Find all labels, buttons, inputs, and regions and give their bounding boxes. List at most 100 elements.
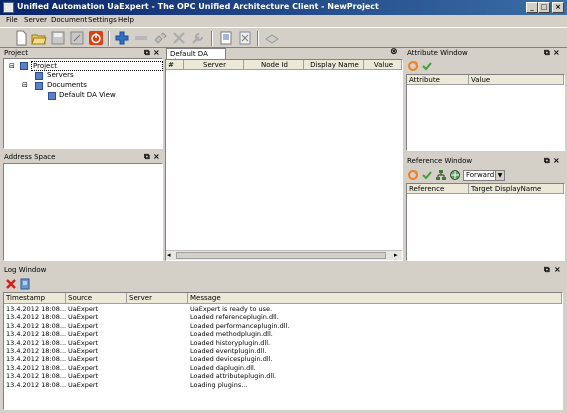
- column-header-reference[interactable]: Reference: [407, 184, 469, 194]
- remove-document-icon: [239, 31, 251, 45]
- open-folder-icon: [31, 34, 47, 45]
- column-header-server[interactable]: Server: [184, 60, 244, 70]
- project-panel: Project ⧉ × ⊟ Project Servers ⊟ Document…: [2, 48, 163, 149]
- column-header-server[interactable]: Server: [127, 293, 188, 304]
- browse-button[interactable]: [449, 169, 461, 181]
- log-row[interactable]: 13.4.2012 18:08... UaExpert Loaded devices…: [4, 355, 562, 363]
- minus-icon: [135, 36, 147, 40]
- tree-item-servers[interactable]: Servers: [47, 71, 74, 79]
- log-cell-timestamp: 13.4.2012 18:08...: [6, 338, 67, 347]
- clear-log-button[interactable]: [5, 278, 17, 290]
- log-cell-message: Loaded performanceplugin.dll.: [190, 321, 290, 330]
- collapse-icon[interactable]: ⊟: [22, 81, 28, 89]
- log-cell-message: Loaded devicesplugin.dll.: [190, 355, 273, 364]
- column-header-target-displayname[interactable]: Target DisplayName: [469, 184, 564, 194]
- log-cell-source: UaExpert: [68, 372, 99, 381]
- log-row[interactable]: 13.4.2012 18:08... UaExpert Loaded daplugi…: [4, 364, 562, 372]
- certificate-button[interactable]: [264, 30, 280, 46]
- maximize-button[interactable]: □: [538, 2, 550, 13]
- menu-settings[interactable]: Settings: [88, 16, 117, 24]
- column-header-attribute[interactable]: Attribute: [407, 75, 469, 85]
- log-cell-timestamp: 13.4.2012 18:08...: [6, 347, 67, 355]
- remove-server-button[interactable]: [133, 30, 149, 46]
- close-tab-icon[interactable]: ⊗: [390, 47, 398, 57]
- column-header-source[interactable]: Source: [66, 293, 127, 304]
- close-panel-icon[interactable]: ×: [153, 48, 160, 57]
- float-icon[interactable]: ⧉: [144, 48, 150, 58]
- apply-button[interactable]: [421, 60, 433, 72]
- float-icon[interactable]: ⧉: [544, 265, 550, 275]
- disconnect-icon: [173, 32, 185, 44]
- log-cell-source: UaExpert: [68, 313, 99, 322]
- log-row[interactable]: 13.4.2012 18:08... UaExpert Loaded eventpl…: [4, 347, 562, 355]
- open-project-button[interactable]: [31, 30, 47, 46]
- refresh-button[interactable]: [407, 169, 419, 181]
- log-row[interactable]: 13.4.2012 18:08... UaExpert Loaded referen…: [4, 313, 562, 321]
- disconnect-button[interactable]: [171, 30, 187, 46]
- save-as-button[interactable]: [69, 30, 85, 46]
- column-header-index[interactable]: #: [166, 60, 184, 70]
- direction-select[interactable]: Forward ▼: [463, 170, 505, 181]
- servers-icon: [35, 72, 43, 80]
- column-header-value[interactable]: Value: [469, 75, 564, 85]
- menu-file[interactable]: File: [6, 16, 18, 24]
- close-panel-icon[interactable]: ×: [553, 156, 560, 165]
- log-cell-source: UaExpert: [68, 380, 99, 389]
- save-button[interactable]: [50, 30, 66, 46]
- menu-document[interactable]: Document: [51, 16, 87, 24]
- column-header-timestamp[interactable]: Timestamp: [4, 293, 66, 304]
- delete-icon: [6, 279, 16, 289]
- close-panel-icon[interactable]: ×: [553, 48, 560, 57]
- log-cell-message: Loading plugins...: [190, 380, 248, 389]
- column-header-message[interactable]: Message: [188, 293, 562, 304]
- log-row[interactable]: 13.4.2012 18:08... UaExpert UaExpert is re…: [4, 305, 562, 313]
- scroll-right-icon[interactable]: ▸: [394, 251, 398, 259]
- add-document-button[interactable]: [218, 30, 234, 46]
- scroll-left-icon[interactable]: ◂: [167, 251, 171, 259]
- log-cell-timestamp: 13.4.2012 18:08...: [6, 372, 67, 381]
- address-space-tree: [3, 163, 163, 261]
- refresh-button[interactable]: [407, 60, 419, 72]
- column-header-value[interactable]: Value: [364, 60, 402, 70]
- log-cell-source: UaExpert: [68, 363, 99, 372]
- da-view-icon: [48, 92, 56, 100]
- tree-item-documents[interactable]: Documents: [47, 81, 87, 89]
- connect-button[interactable]: [152, 30, 168, 46]
- settings-button[interactable]: [190, 30, 206, 46]
- tab-default-da-view[interactable]: Default DA View: [166, 48, 226, 66]
- horizontal-scrollbar[interactable]: ◂ ▸: [166, 250, 402, 260]
- log-cell-timestamp: 13.4.2012 18:08...: [6, 330, 67, 339]
- collapse-icon[interactable]: ⊟: [9, 62, 15, 70]
- log-row[interactable]: 13.4.2012 18:08... UaExpert Loaded history…: [4, 339, 562, 347]
- menu-help[interactable]: Help: [118, 16, 134, 24]
- add-server-button[interactable]: [114, 30, 130, 46]
- exit-button[interactable]: [88, 30, 104, 46]
- log-row[interactable]: 13.4.2012 18:08... UaExpert Loaded methodp…: [4, 330, 562, 338]
- apply-button[interactable]: [421, 169, 433, 181]
- save-log-button[interactable]: [19, 278, 31, 290]
- remove-document-button[interactable]: [237, 30, 253, 46]
- log-row[interactable]: 13.4.2012 18:08... UaExpert Loading plugin…: [4, 381, 562, 389]
- minimize-button[interactable]: _: [526, 2, 538, 13]
- browse-icon: [450, 170, 460, 180]
- log-row[interactable]: 13.4.2012 18:08... UaExpert Loaded perform…: [4, 322, 562, 330]
- save-icon: [51, 31, 65, 45]
- close-button[interactable]: ×: [552, 2, 564, 13]
- log-row[interactable]: 13.4.2012 18:08... UaExpert Loaded attribu…: [4, 372, 562, 380]
- new-project-button[interactable]: [13, 30, 29, 46]
- save-as-icon: [70, 31, 84, 45]
- column-header-display-name[interactable]: Display Name: [304, 60, 364, 70]
- menu-server[interactable]: Server: [24, 16, 47, 24]
- tree-item-project[interactable]: Project: [31, 61, 163, 71]
- close-panel-icon[interactable]: ×: [554, 265, 561, 274]
- chevron-down-icon[interactable]: ▼: [495, 171, 504, 180]
- scrollbar-thumb[interactable]: [176, 252, 386, 259]
- tree-item-default-da-view[interactable]: Default DA View: [59, 91, 116, 99]
- float-icon[interactable]: ⧉: [544, 48, 550, 58]
- toolbar-separator: [108, 31, 110, 46]
- close-panel-icon[interactable]: ×: [153, 152, 160, 161]
- float-icon[interactable]: ⧉: [544, 156, 550, 166]
- hierarchy-button[interactable]: [435, 169, 447, 181]
- column-header-node-id[interactable]: Node Id: [244, 60, 304, 70]
- float-icon[interactable]: ⧉: [144, 152, 150, 162]
